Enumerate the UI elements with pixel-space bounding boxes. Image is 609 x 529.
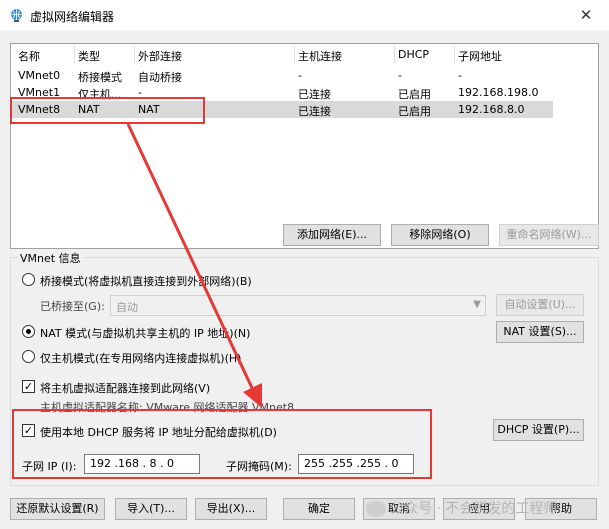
annotation-arrow bbox=[126, 123, 262, 408]
annotation-arrow-line bbox=[126, 123, 255, 391]
